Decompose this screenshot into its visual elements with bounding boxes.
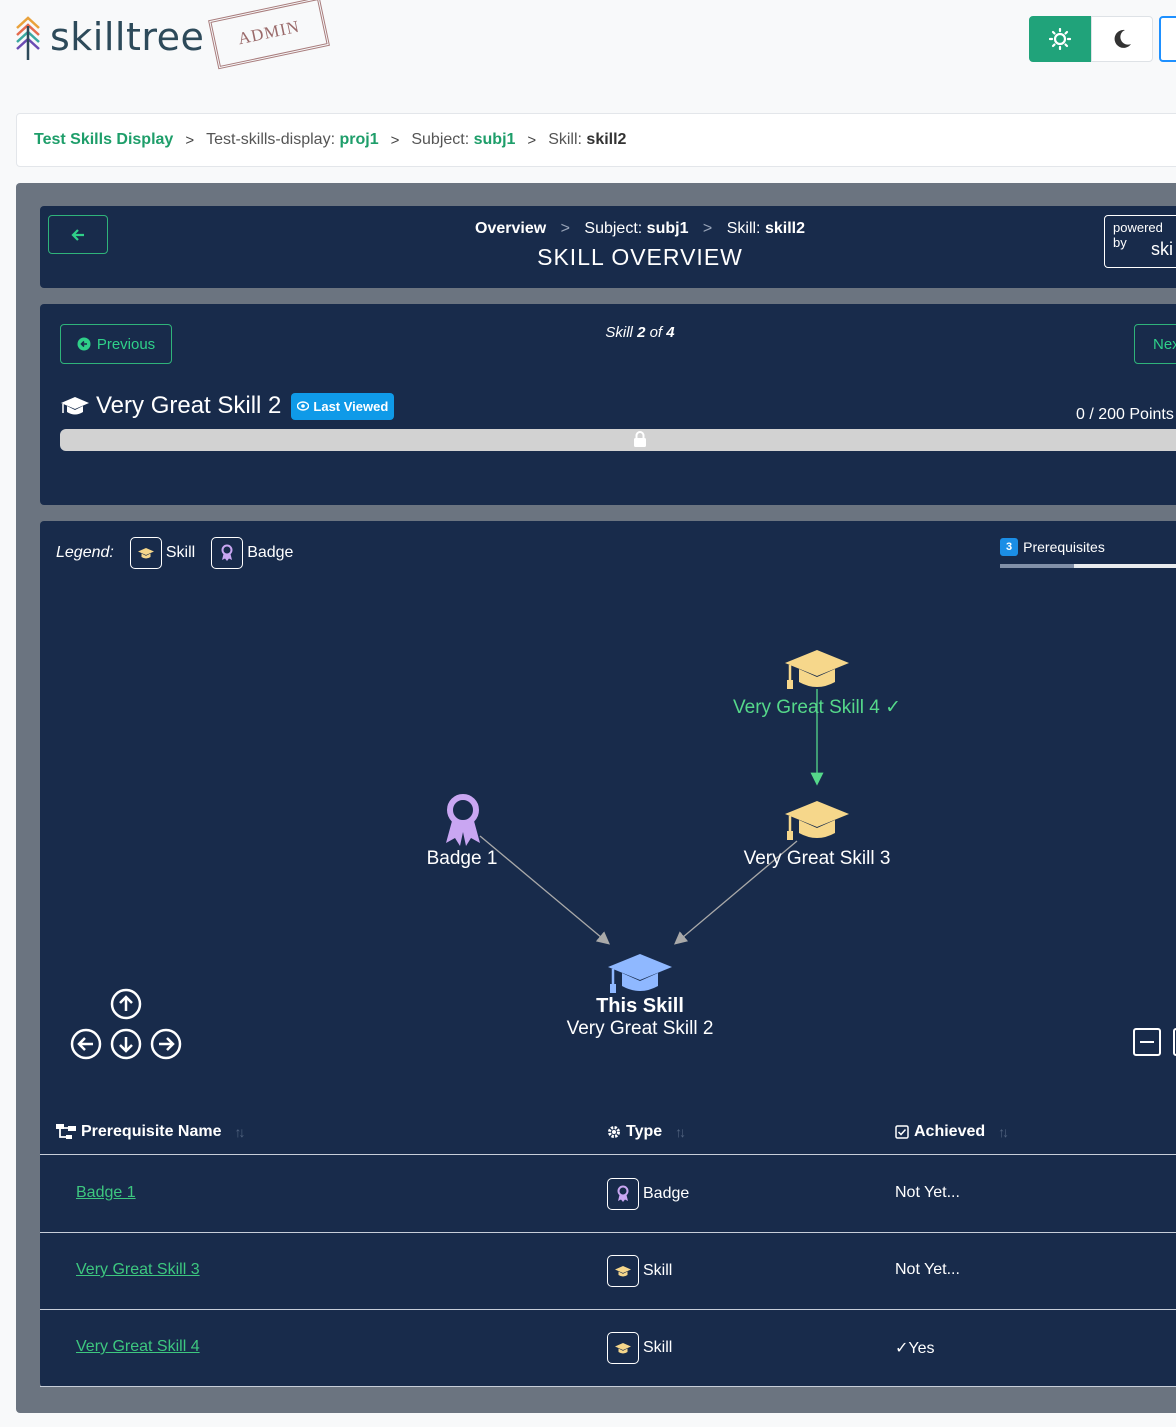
- graduation-cap-icon: [608, 954, 672, 993]
- chevron-right-icon: >: [185, 131, 195, 149]
- arrow-up-icon[interactable]: [110, 988, 142, 1020]
- col-name-label: Prerequisite Name: [81, 1123, 222, 1140]
- breadcrumb-subject-label: Subject:: [411, 131, 470, 148]
- prerequisite-type: Badge: [607, 1178, 689, 1210]
- crumb-subject[interactable]: subj1: [647, 220, 689, 237]
- tree-logo-icon: [16, 16, 40, 60]
- admin-stamp: ADMIN: [208, 0, 330, 70]
- col-achieved[interactable]: Achieved ↑↓: [895, 1123, 1009, 1141]
- count-of: of: [649, 324, 663, 341]
- prerequisite-link[interactable]: Very Great Skill 4: [76, 1338, 200, 1356]
- powered-by-badge[interactable]: powered by ski: [1104, 215, 1176, 268]
- table-row: Very Great Skill 4 Skill ✓Yes: [40, 1310, 1176, 1387]
- breadcrumb: Test Skills Display > Test-skills-displa…: [16, 113, 1176, 167]
- skill-title: Very Great Skill 2 Last Viewed: [60, 392, 395, 420]
- crumb-skill-label: Skill:: [726, 220, 761, 237]
- skills-breadcrumb: Overview > Subject: subj1 > Skill: skill…: [40, 220, 1176, 238]
- graduation-cap-icon: [61, 397, 89, 415]
- prerequisite-type-label: Skill: [643, 1339, 673, 1356]
- prerequisite-achieved: ✓Yes: [895, 1340, 935, 1357]
- skill-name: Very Great Skill 2: [96, 392, 282, 419]
- graduation-cap-icon: [607, 1332, 639, 1364]
- last-viewed-label: Last Viewed: [313, 398, 389, 414]
- settings-button[interactable]: [1159, 16, 1176, 62]
- skills-title-card: Overview > Subject: subj1 > Skill: skill…: [40, 206, 1176, 288]
- next-button[interactable]: Nex: [1134, 324, 1176, 364]
- lock-icon: [634, 431, 646, 447]
- breadcrumb-skill-label: Skill:: [548, 131, 582, 148]
- skill-progress-bar: [60, 429, 1176, 451]
- cog-icon: [608, 1126, 620, 1138]
- breadcrumb-root[interactable]: Test Skills Display: [34, 131, 173, 149]
- node-skill4-label[interactable]: Very Great Skill 4 ✓: [733, 696, 901, 719]
- chevron-right-icon: >: [390, 131, 400, 149]
- checkbox-icon: [895, 1125, 909, 1139]
- chevron-right-icon: >: [702, 220, 713, 237]
- graduation-cap-icon: [785, 650, 849, 689]
- this-skill-name: Very Great Skill 2: [566, 1018, 714, 1039]
- chevron-right-icon: >: [527, 131, 537, 149]
- col-achieved-label: Achieved: [914, 1123, 986, 1140]
- breadcrumb-project-label: Test-skills-display:: [206, 131, 336, 148]
- edge-badge1-this: [479, 835, 610, 945]
- theme-toggle[interactable]: [1029, 16, 1153, 62]
- prerequisites-table-header: Prerequisite Name ↑↓ Type ↑↓ Achieved ↑↓: [40, 1111, 1176, 1155]
- prerequisite-link[interactable]: Very Great Skill 3: [76, 1261, 200, 1279]
- zoom-out-icon[interactable]: [1133, 1028, 1161, 1056]
- graduation-cap-icon: [785, 801, 849, 840]
- arrow-left-icon[interactable]: [70, 1028, 102, 1060]
- col-prerequisite-name[interactable]: Prerequisite Name ↑↓: [56, 1123, 246, 1141]
- sitemap-icon: [56, 1124, 76, 1139]
- breadcrumb-skill: skill2: [586, 131, 627, 148]
- powered-by-brand: ski: [1151, 239, 1173, 259]
- this-skill-title: This Skill: [596, 995, 684, 1017]
- skilltree-logo[interactable]: skilltree: [14, 14, 204, 60]
- count-prefix: Skill: [605, 324, 633, 341]
- node-this-skill: This Skill Very Great Skill 2: [567, 995, 714, 1040]
- sun-icon: [1049, 28, 1071, 50]
- prerequisite-type: Skill: [607, 1255, 672, 1287]
- skill-card: Previous Skill 2 of 4 Nex Very Great Ski…: [40, 304, 1176, 505]
- crumb-skill: skill2: [764, 220, 805, 237]
- node-badge1-label[interactable]: Badge 1: [427, 848, 498, 870]
- skill-points: 0 / 200 Points: [1076, 406, 1174, 423]
- moon-icon: [1114, 29, 1131, 48]
- page: skilltree ADMIN Test Skills Display > Te…: [0, 0, 1176, 1427]
- prerequisite-achieved: Not Yet...: [895, 1184, 960, 1201]
- last-viewed-badge: Last Viewed: [291, 392, 395, 420]
- node-skill3-label[interactable]: Very Great Skill 3: [744, 848, 891, 870]
- dark-theme-button[interactable]: [1091, 16, 1153, 62]
- col-type[interactable]: Type ↑↓: [607, 1123, 686, 1141]
- crumb-subject-label: Subject:: [584, 220, 643, 237]
- prerequisite-type: Skill: [607, 1332, 672, 1364]
- table-row: Badge 1 Badge Not Yet...: [40, 1156, 1176, 1233]
- prerequisite-type-label: Skill: [643, 1262, 673, 1279]
- prerequisite-achieved: Not Yet...: [895, 1261, 960, 1278]
- logo-text: skilltree: [50, 15, 205, 59]
- arrow-right-icon[interactable]: [150, 1028, 182, 1060]
- sort-icon[interactable]: ↑↓: [998, 1124, 1009, 1140]
- prerequisites-card: Legend: Skill Badge 3 Prerequisites Very…: [40, 521, 1176, 1387]
- award-icon: [446, 794, 480, 846]
- col-type-label: Type: [626, 1123, 663, 1140]
- light-theme-button[interactable]: [1029, 16, 1091, 62]
- sort-icon[interactable]: ↑↓: [675, 1124, 686, 1140]
- breadcrumb-project[interactable]: proj1: [339, 131, 378, 149]
- graduation-cap-icon: [607, 1255, 639, 1287]
- crumb-overview[interactable]: Overview: [475, 220, 546, 237]
- breadcrumb-subject[interactable]: subj1: [474, 131, 516, 149]
- eye-icon: [297, 401, 310, 411]
- page-title: SKILL OVERVIEW: [537, 244, 743, 270]
- count-current: 2: [637, 324, 646, 341]
- count-total: 4: [666, 324, 675, 341]
- prerequisite-type-label: Badge: [643, 1185, 690, 1202]
- sort-icon[interactable]: ↑↓: [235, 1124, 246, 1140]
- prerequisite-link[interactable]: Badge 1: [76, 1184, 136, 1202]
- chevron-right-icon: >: [560, 220, 570, 237]
- table-row: Very Great Skill 3 Skill Not Yet...: [40, 1233, 1176, 1310]
- award-icon: [607, 1178, 639, 1210]
- skill-position: Skill 2 of 4: [40, 324, 1176, 341]
- arrow-down-icon[interactable]: [110, 1028, 142, 1060]
